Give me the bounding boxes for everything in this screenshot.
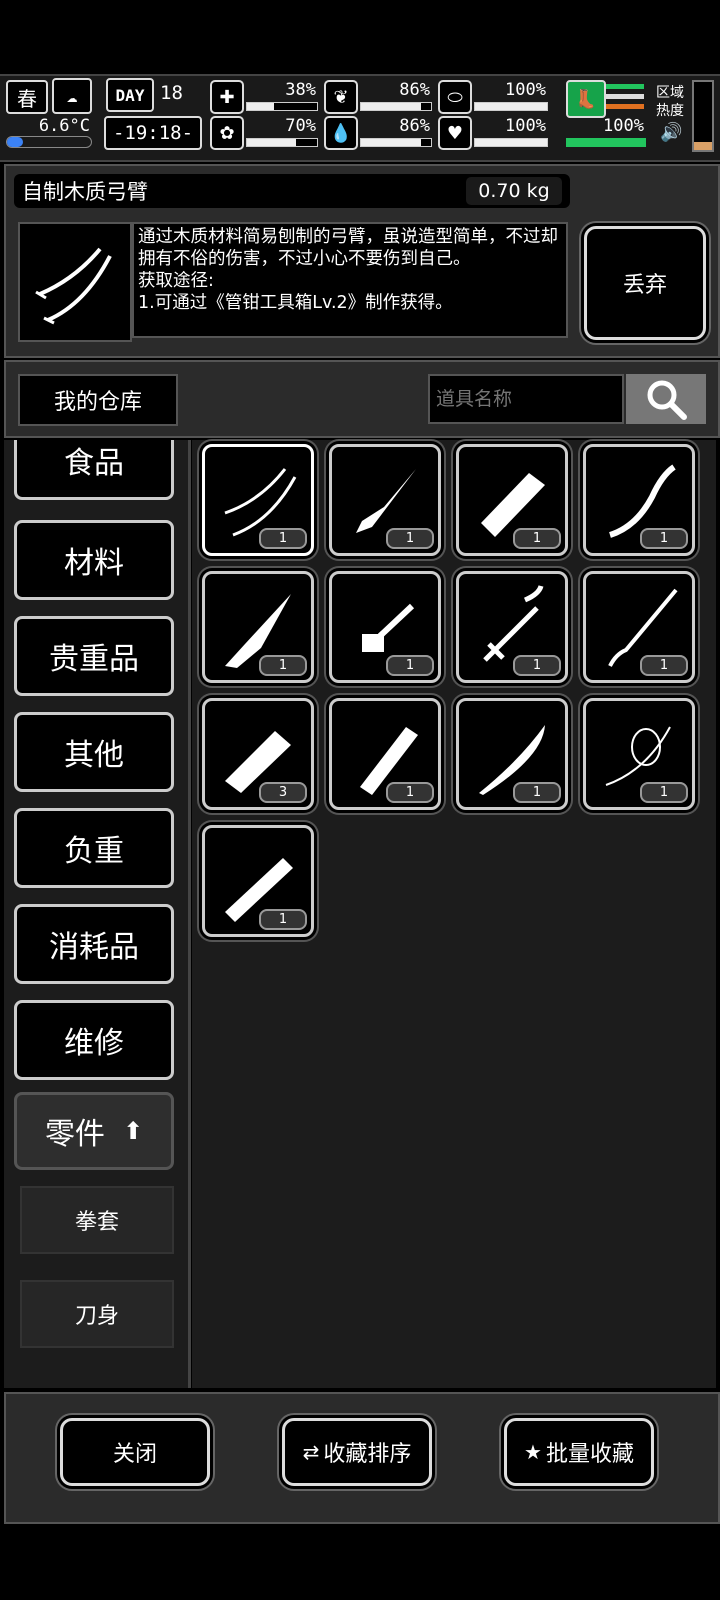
item-slot[interactable]: 1	[456, 698, 568, 810]
mood-bar	[246, 138, 318, 147]
stomach-icon: ❦	[324, 80, 358, 114]
item-slot[interactable]: 1	[456, 444, 568, 556]
item-quantity: 3	[259, 782, 307, 803]
item-description: 通过木质材料简易刨制的弓臂，虽说造型简单，不过却拥有不俗的伤害，不过小心不要伤到…	[132, 222, 568, 338]
carry-value: 100%	[603, 116, 644, 136]
category-other[interactable]: 其他	[14, 712, 174, 792]
health-value: 38%	[285, 80, 316, 100]
stamina-value: 100%	[505, 80, 546, 100]
heart-value: 100%	[505, 116, 546, 136]
category-sidebar[interactable]: 食品 材料 贵重品 其他 负重 消耗品 维修 零件 ⬆ 拳套 刀身	[4, 440, 191, 1388]
hunger-bar-fill	[361, 103, 422, 110]
close-button[interactable]: 关闭	[60, 1418, 210, 1486]
item-info-panel: 自制木质弓臂 0.70 kg 通过木质材料简易刨制的弓臂，虽说造型简单，不过却拥…	[4, 164, 720, 358]
item-slot[interactable]: 1	[329, 444, 441, 556]
item-quantity: 1	[640, 655, 688, 676]
item-quantity: 1	[513, 782, 561, 803]
item-slot[interactable]: 1	[456, 571, 568, 683]
brain-icon: ✿	[210, 116, 244, 150]
thirst-bar	[360, 138, 432, 147]
thermometer-icon	[6, 136, 92, 148]
my-warehouse-tab[interactable]: 我的仓库	[18, 374, 178, 426]
item-slot[interactable]: 1	[202, 571, 314, 683]
item-slot[interactable]: 1	[202, 444, 314, 556]
category-food[interactable]: 食品	[14, 440, 174, 500]
item-quantity: 1	[513, 655, 561, 676]
category-materials[interactable]: 材料	[14, 520, 174, 600]
day-count: 18	[160, 82, 183, 104]
status-bar: 春 ☁ 6.6°C DAY 18 -19:18- ✚ 38% ✿ 70% ❦ 8…	[0, 74, 720, 162]
item-quantity: 1	[386, 782, 434, 803]
season-badge: 春	[6, 80, 48, 114]
health-bar	[246, 102, 318, 111]
item-slot[interactable]: 1	[202, 825, 314, 937]
discard-button[interactable]: 丢弃	[584, 226, 706, 340]
search-icon	[647, 380, 687, 420]
item-quantity: 1	[386, 528, 434, 549]
stamina-bar-fill	[475, 103, 547, 110]
batch-favorite-button[interactable]: ★ 批量收藏	[504, 1418, 654, 1486]
favorite-sort-button[interactable]: ⇄ 收藏排序	[282, 1418, 432, 1486]
item-weight: 0.70 kg	[466, 177, 562, 205]
category-repair[interactable]: 维修	[14, 1000, 174, 1080]
item-quantity: 1	[640, 528, 688, 549]
area-heat-meter	[692, 80, 714, 152]
category-consumables[interactable]: 消耗品	[14, 904, 174, 984]
mood-value: 70%	[285, 116, 316, 136]
boot-icon: 👢	[566, 80, 606, 118]
item-title-bar: 自制木质弓臂 0.70 kg	[14, 174, 570, 208]
item-slot[interactable]: 3	[202, 698, 314, 810]
item-slot[interactable]: 1	[329, 571, 441, 683]
item-slot[interactable]: 1	[583, 698, 695, 810]
hunger-bar	[360, 102, 432, 111]
item-slot[interactable]: 1	[583, 571, 695, 683]
warehouse-bar: 我的仓库	[4, 360, 720, 438]
health-bar-fill	[247, 103, 274, 110]
item-quantity: 1	[259, 528, 307, 549]
thirst-bar-fill	[361, 139, 422, 146]
item-slot[interactable]: 1	[329, 698, 441, 810]
item-quantity: 1	[640, 782, 688, 803]
item-quantity: 1	[386, 655, 434, 676]
item-quantity: 1	[259, 909, 307, 930]
item-slot[interactable]: 1	[583, 444, 695, 556]
stamina-icon: ⬭	[438, 80, 472, 114]
bow-limb-icon	[35, 247, 112, 325]
day-badge: DAY	[106, 78, 154, 112]
subcategory-blade[interactable]: 刀身	[20, 1280, 174, 1348]
weather-icon: ☁	[52, 78, 92, 114]
item-quantity: 1	[513, 528, 561, 549]
heart-icon: ♥	[438, 116, 472, 150]
carry-bar-fill	[567, 139, 645, 146]
mood-bar-fill	[247, 139, 296, 146]
thirst-value: 86%	[399, 116, 430, 136]
subcategory-knuckles[interactable]: 拳套	[20, 1186, 174, 1254]
medkit-icon: ✚	[210, 80, 244, 114]
bottom-action-bar: 关闭 ⇄ 收藏排序 ★ 批量收藏	[4, 1392, 720, 1524]
clock-display: -19:18-	[104, 116, 202, 150]
swap-arrows-icon: ⇄	[302, 1440, 320, 1464]
water-drop-icon: 💧	[324, 116, 358, 150]
heart-bar-fill	[475, 139, 547, 146]
category-load[interactable]: 负重	[14, 808, 174, 888]
hunger-value: 86%	[399, 80, 430, 100]
carry-bar	[566, 138, 646, 147]
temperature-readout: 6.6°C	[38, 116, 90, 136]
search-button[interactable]	[626, 374, 706, 424]
carry-stripes	[606, 84, 644, 112]
item-title: 自制木质弓臂	[22, 180, 148, 204]
speaker-icon[interactable]: 🔊	[660, 122, 682, 143]
item-thumbnail	[18, 222, 132, 342]
item-grid: 1 1 1 1 1 1 1 1 3 1 1 1 1	[192, 440, 716, 1388]
heart-bar	[474, 138, 548, 147]
item-search-input[interactable]	[428, 374, 624, 424]
stamina-bar	[474, 102, 548, 111]
area-label: 区域 热度	[656, 85, 684, 119]
item-quantity: 1	[259, 655, 307, 676]
star-icon: ★	[524, 1440, 542, 1464]
arrow-up-icon: ⬆	[122, 1117, 144, 1145]
category-valuables[interactable]: 贵重品	[14, 616, 174, 696]
category-parts[interactable]: 零件 ⬆	[14, 1092, 174, 1170]
